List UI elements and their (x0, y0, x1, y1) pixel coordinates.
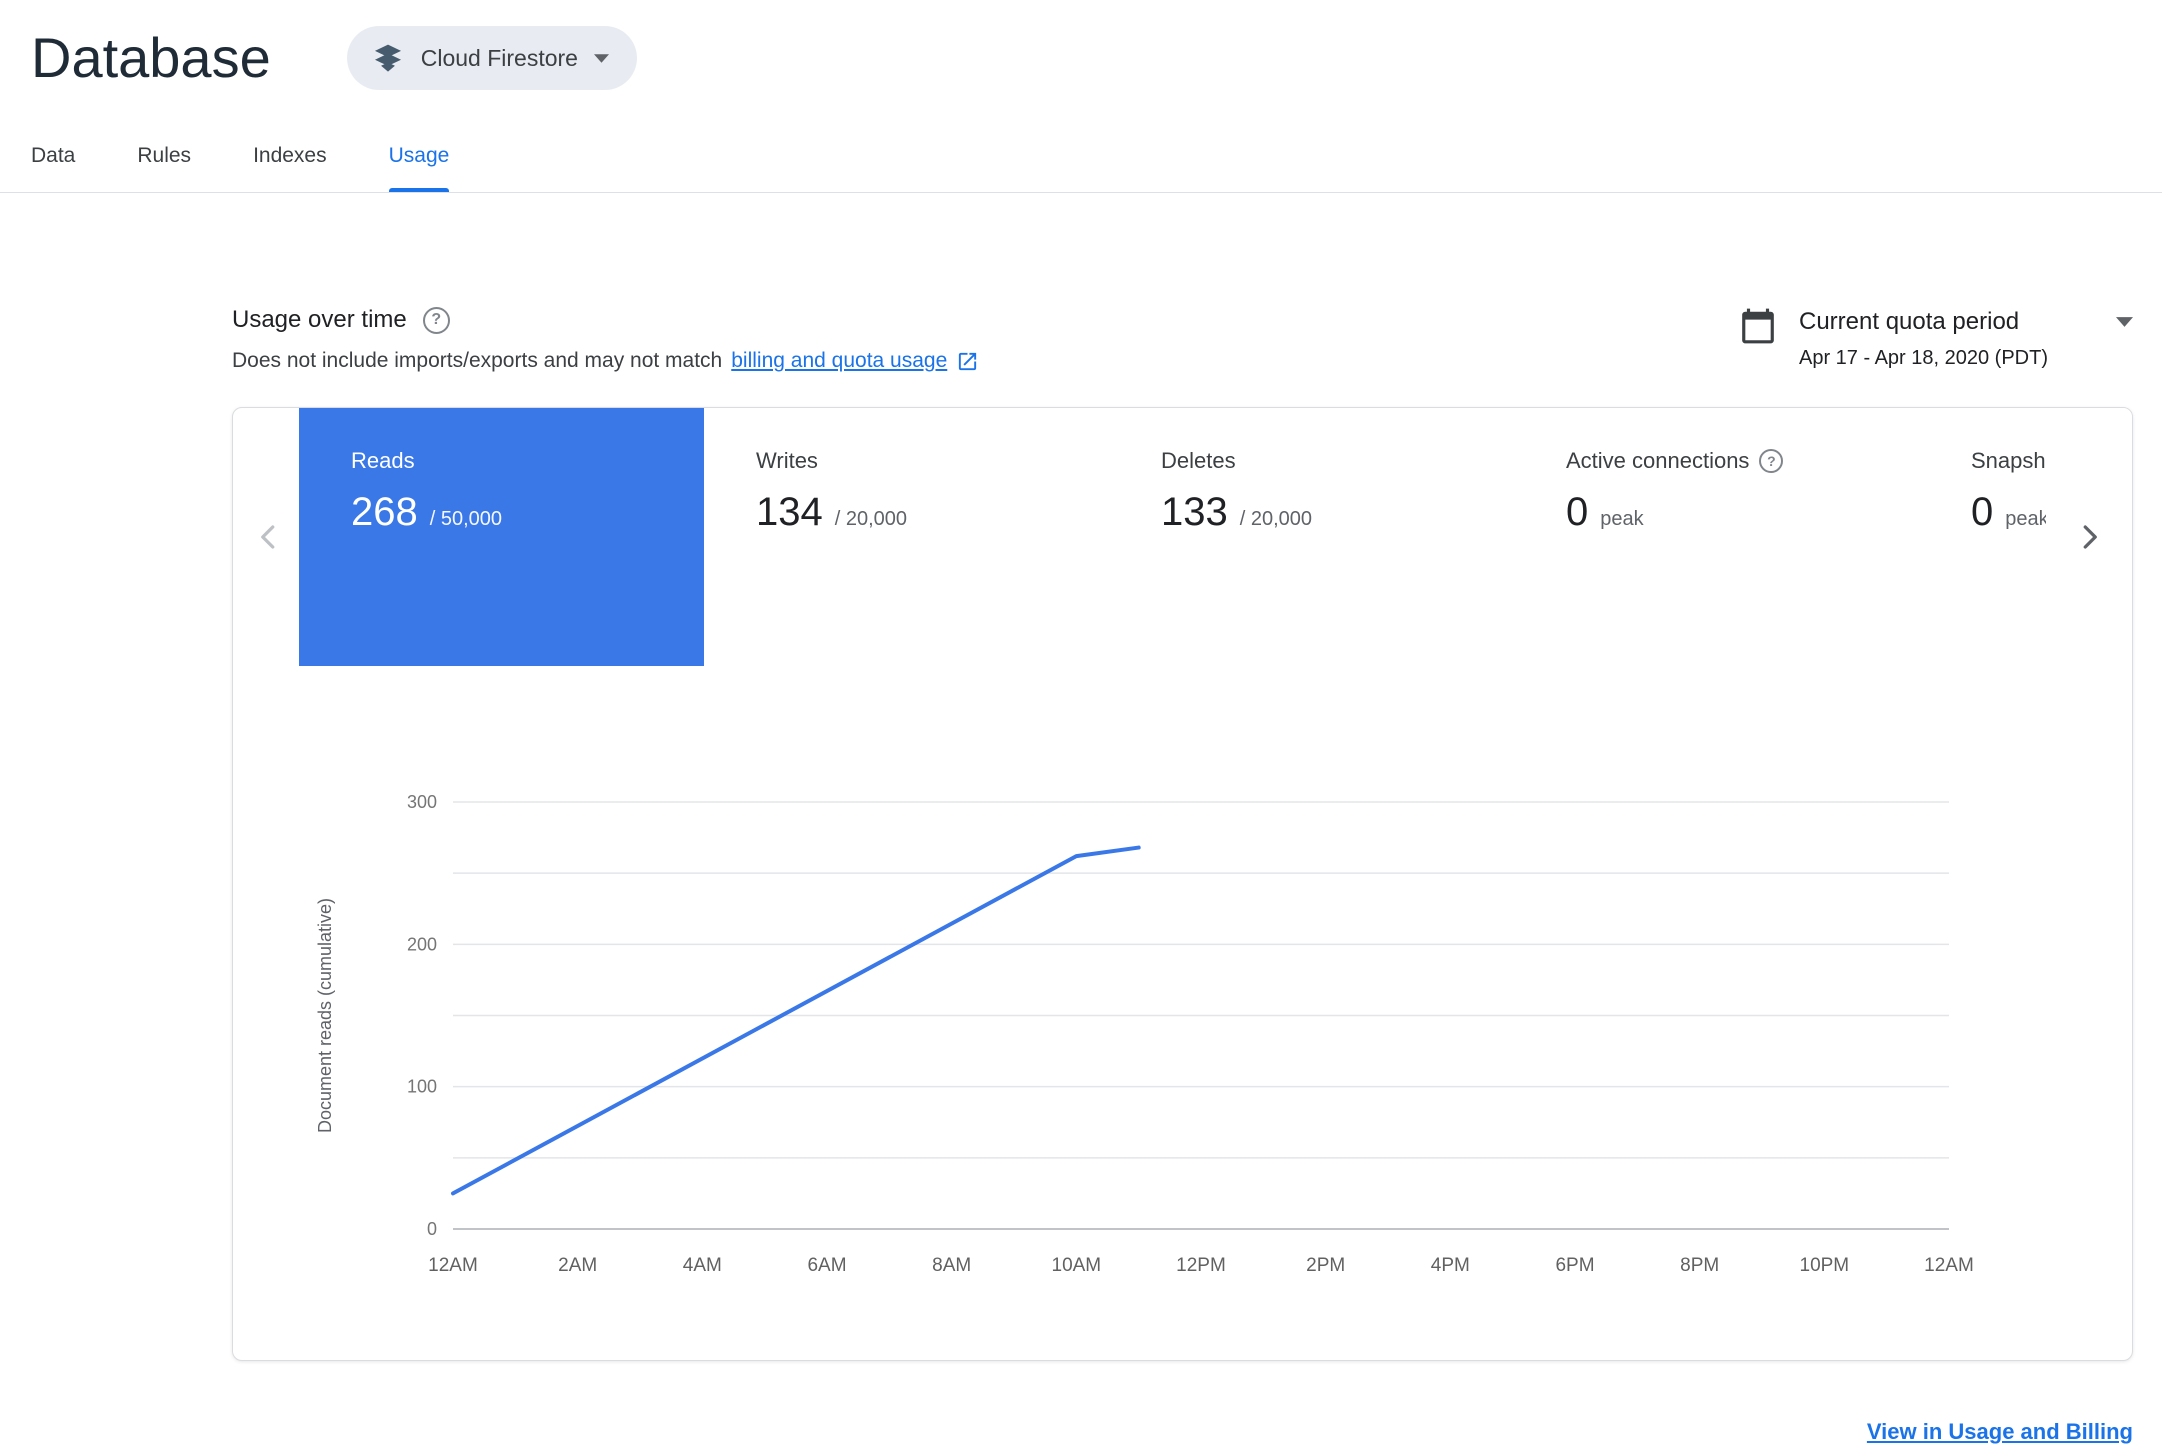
quota-period-label: Current quota period (1799, 308, 2020, 335)
svg-text:200: 200 (407, 934, 437, 954)
metric-label: Reads (351, 448, 415, 473)
metrics-scroll-left-button[interactable] (247, 408, 291, 666)
page-header: Database Cloud Firestore (0, 0, 2162, 90)
svg-text:8AM: 8AM (932, 1255, 971, 1276)
tab-rules-label: Rules (137, 144, 192, 167)
svg-text:300: 300 (407, 792, 437, 812)
svg-text:2PM: 2PM (1306, 1255, 1345, 1276)
svg-text:6AM: 6AM (807, 1255, 846, 1276)
svg-text:8PM: 8PM (1680, 1255, 1719, 1276)
tab-rules[interactable]: Rules (106, 120, 222, 192)
metric-denominator: peak (1600, 508, 1644, 530)
external-link-icon (959, 352, 977, 370)
svg-text:Document reads (cumulative): Document reads (cumulative) (315, 898, 335, 1133)
svg-text:10PM: 10PM (1800, 1255, 1850, 1276)
firestore-icon (374, 44, 401, 72)
usage-chart-area: 0 100 200 300 12AM 2AM 4AM 6AM 8AM 10AM 12PM 2PM 4PM… (233, 666, 2132, 1360)
metric-value: 133 (1161, 490, 1228, 534)
help-glyph: ? (431, 311, 442, 328)
quota-period-selector[interactable]: Current quota period Apr 17 - Apr 18, 20… (1739, 305, 2133, 370)
metric-denominator: / 20,000 (1239, 508, 1313, 530)
help-icon[interactable]: ? (422, 306, 450, 334)
usage-panel: Usage over time ? Does not include impor… (232, 305, 2133, 1445)
help-glyph: ? (1767, 453, 1776, 469)
metric-label: Deletes (1161, 448, 1236, 473)
metric-denominator: / 50,000 (429, 508, 503, 530)
metric-value: 0 (1566, 490, 1589, 534)
svg-text:2AM: 2AM (558, 1255, 597, 1276)
svg-text:4PM: 4PM (1431, 1255, 1470, 1276)
tab-bar: Data Rules Indexes Usage (0, 120, 2162, 193)
chevron-left-icon (261, 525, 275, 549)
section-title: Usage over time (232, 306, 407, 333)
svg-text:0: 0 (427, 1219, 437, 1239)
dropdown-caret-icon (2116, 317, 2133, 327)
svg-text:12PM: 12PM (1176, 1255, 1226, 1276)
svg-text:100: 100 (407, 1077, 437, 1097)
quota-period-range: Apr 17 - Apr 18, 2020 (PDT) (1799, 347, 2049, 369)
metric-denominator: peak (2005, 508, 2049, 530)
dropdown-caret-icon (593, 53, 609, 63)
section-subtitle: Does not include imports/exports and may… (232, 349, 979, 373)
calendar-icon (1742, 308, 1774, 344)
usage-line-chart: 0 100 200 300 12AM 2AM 4AM 6AM 8AM 10AM 12PM 2PM 4PM… (315, 792, 1974, 1276)
tab-indexes[interactable]: Indexes (222, 120, 358, 192)
metric-tab-active-connections[interactable]: Active connections ? 0 peak (1514, 408, 1919, 666)
help-icon[interactable]: ? (1759, 449, 1784, 473)
product-selector-label: Cloud Firestore (420, 44, 578, 71)
view-usage-billing-link[interactable]: View in Usage and Billing (1867, 1419, 2133, 1444)
metric-tab-writes[interactable]: Writes 134 / 20,000 (704, 408, 1109, 666)
metric-tab-deletes[interactable]: Deletes 133 / 20,000 (1109, 408, 1514, 666)
metric-value: 134 (756, 490, 823, 534)
product-selector[interactable]: Cloud Firestore (346, 26, 637, 90)
svg-text:12AM: 12AM (428, 1255, 478, 1276)
tab-indexes-label: Indexes (253, 144, 327, 167)
metric-denominator: / 20,000 (834, 508, 908, 530)
svg-text:6PM: 6PM (1555, 1255, 1594, 1276)
section-head: Usage over time ? Does not include impor… (232, 305, 2133, 373)
metric-value: 0 (1971, 490, 1994, 534)
svg-text:4AM: 4AM (683, 1255, 722, 1276)
card-footer: View in Usage and Billing (232, 1419, 2133, 1445)
tab-usage[interactable]: Usage (358, 120, 481, 192)
metric-label: Writes (756, 448, 818, 473)
tab-usage-label: Usage (388, 144, 450, 167)
metric-tabs: Reads 268 / 50,000 Writes 134 / 20,000 D… (233, 408, 2132, 666)
metric-label: Active connections (1566, 448, 1750, 473)
subtitle-text: Does not include imports/exports and may… (232, 349, 723, 372)
tab-data[interactable]: Data (0, 120, 106, 192)
usage-card: Reads 268 / 50,000 Writes 134 / 20,000 D… (232, 407, 2133, 1361)
svg-text:10AM: 10AM (1052, 1255, 1102, 1276)
tab-data-label: Data (31, 144, 76, 167)
page-title: Database (31, 26, 271, 89)
metric-tab-reads[interactable]: Reads 268 / 50,000 (299, 408, 704, 666)
svg-text:12AM: 12AM (1924, 1255, 1974, 1276)
metrics-scroll-right-button[interactable] (2046, 408, 2132, 666)
metric-value: 268 (351, 490, 418, 534)
chevron-right-icon (2083, 525, 2097, 549)
billing-quota-usage-link[interactable]: billing and quota usage (731, 349, 947, 373)
